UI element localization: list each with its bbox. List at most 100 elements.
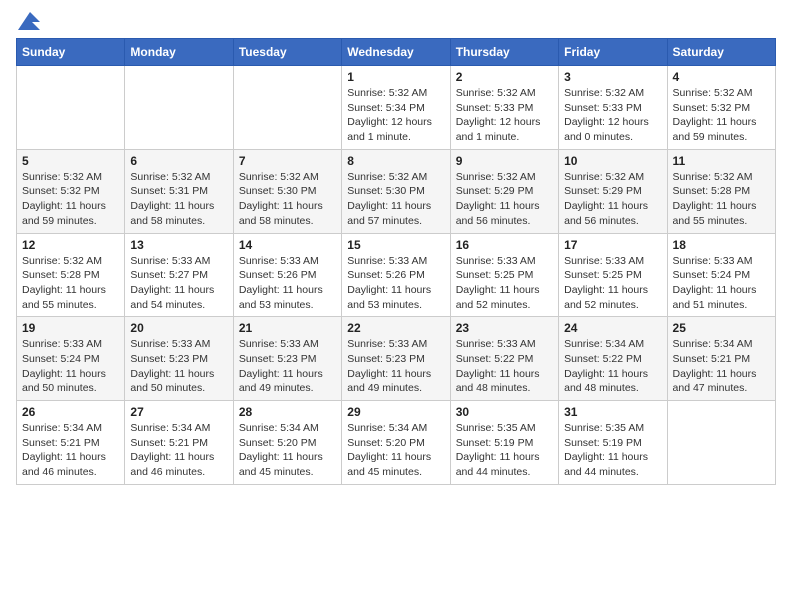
day-number: 31	[564, 405, 661, 419]
calendar-cell: 11 Sunrise: 5:32 AMSunset: 5:28 PMDayligh…	[667, 149, 775, 233]
day-info: Sunrise: 5:32 AMSunset: 5:28 PMDaylight:…	[22, 254, 119, 313]
day-info: Sunrise: 5:33 AMSunset: 5:24 PMDaylight:…	[673, 254, 770, 313]
day-info: Sunrise: 5:32 AMSunset: 5:31 PMDaylight:…	[130, 170, 227, 229]
day-info: Sunrise: 5:35 AMSunset: 5:19 PMDaylight:…	[456, 421, 553, 480]
day-info: Sunrise: 5:34 AMSunset: 5:21 PMDaylight:…	[130, 421, 227, 480]
calendar-header-row: SundayMondayTuesdayWednesdayThursdayFrid…	[17, 39, 776, 66]
day-number: 8	[347, 154, 444, 168]
calendar-cell: 2 Sunrise: 5:32 AMSunset: 5:33 PMDaylight…	[450, 66, 558, 150]
calendar-week-5: 26 Sunrise: 5:34 AMSunset: 5:21 PMDayligh…	[17, 401, 776, 485]
day-number: 17	[564, 238, 661, 252]
calendar-cell: 15Sunrise: 5:33 AMSunset: 5:26 PMDayligh…	[342, 233, 450, 317]
calendar-week-2: 5 Sunrise: 5:32 AMSunset: 5:32 PMDaylight…	[17, 149, 776, 233]
day-number: 22	[347, 321, 444, 335]
calendar-cell: 30 Sunrise: 5:35 AMSunset: 5:19 PMDayligh…	[450, 401, 558, 485]
day-number: 1	[347, 70, 444, 84]
calendar-cell: 25 Sunrise: 5:34 AMSunset: 5:21 PMDayligh…	[667, 317, 775, 401]
calendar-cell: 31 Sunrise: 5:35 AMSunset: 5:19 PMDayligh…	[559, 401, 667, 485]
day-number: 30	[456, 405, 553, 419]
weekday-header-wednesday: Wednesday	[342, 39, 450, 66]
calendar-cell: 10 Sunrise: 5:32 AMSunset: 5:29 PMDayligh…	[559, 149, 667, 233]
calendar-cell: 3 Sunrise: 5:32 AMSunset: 5:33 PMDaylight…	[559, 66, 667, 150]
weekday-header-tuesday: Tuesday	[233, 39, 341, 66]
day-info: Sunrise: 5:32 AMSunset: 5:29 PMDaylight:…	[456, 170, 553, 229]
day-number: 10	[564, 154, 661, 168]
day-number: 20	[130, 321, 227, 335]
calendar-cell: 18 Sunrise: 5:33 AMSunset: 5:24 PMDayligh…	[667, 233, 775, 317]
weekday-header-sunday: Sunday	[17, 39, 125, 66]
calendar-cell: 23Sunrise: 5:33 AMSunset: 5:22 PMDayligh…	[450, 317, 558, 401]
weekday-header-friday: Friday	[559, 39, 667, 66]
day-info: Sunrise: 5:33 AMSunset: 5:22 PMDaylight:…	[456, 337, 553, 396]
calendar-cell	[17, 66, 125, 150]
day-number: 4	[673, 70, 770, 84]
day-info: Sunrise: 5:33 AMSunset: 5:27 PMDaylight:…	[130, 254, 227, 313]
day-info: Sunrise: 5:32 AMSunset: 5:30 PMDaylight:…	[239, 170, 336, 229]
day-number: 6	[130, 154, 227, 168]
day-info: Sunrise: 5:32 AMSunset: 5:33 PMDaylight:…	[456, 86, 553, 145]
calendar-cell: 17 Sunrise: 5:33 AMSunset: 5:25 PMDayligh…	[559, 233, 667, 317]
day-info: Sunrise: 5:33 AMSunset: 5:23 PMDaylight:…	[239, 337, 336, 396]
day-number: 27	[130, 405, 227, 419]
day-info: Sunrise: 5:33 AMSunset: 5:25 PMDaylight:…	[564, 254, 661, 313]
calendar-cell: 27 Sunrise: 5:34 AMSunset: 5:21 PMDayligh…	[125, 401, 233, 485]
calendar-cell	[667, 401, 775, 485]
calendar-cell	[125, 66, 233, 150]
calendar-cell: 9 Sunrise: 5:32 AMSunset: 5:29 PMDaylight…	[450, 149, 558, 233]
day-number: 3	[564, 70, 661, 84]
calendar-week-3: 12Sunrise: 5:32 AMSunset: 5:28 PMDayligh…	[17, 233, 776, 317]
day-number: 24	[564, 321, 661, 335]
calendar-cell: 13 Sunrise: 5:33 AMSunset: 5:27 PMDayligh…	[125, 233, 233, 317]
calendar-cell: 4 Sunrise: 5:32 AMSunset: 5:32 PMDaylight…	[667, 66, 775, 150]
day-number: 26	[22, 405, 119, 419]
calendar-cell: 29Sunrise: 5:34 AMSunset: 5:20 PMDayligh…	[342, 401, 450, 485]
calendar-cell: 16 Sunrise: 5:33 AMSunset: 5:25 PMDayligh…	[450, 233, 558, 317]
calendar-cell: 20 Sunrise: 5:33 AMSunset: 5:23 PMDayligh…	[125, 317, 233, 401]
logo-icon	[18, 12, 40, 30]
calendar-cell: 19 Sunrise: 5:33 AMSunset: 5:24 PMDayligh…	[17, 317, 125, 401]
weekday-header-saturday: Saturday	[667, 39, 775, 66]
weekday-header-thursday: Thursday	[450, 39, 558, 66]
calendar-cell: 22 Sunrise: 5:33 AMSunset: 5:23 PMDayligh…	[342, 317, 450, 401]
calendar-cell: 7Sunrise: 5:32 AMSunset: 5:30 PMDaylight…	[233, 149, 341, 233]
calendar-table: SundayMondayTuesdayWednesdayThursdayFrid…	[16, 38, 776, 485]
calendar-cell: 26Sunrise: 5:34 AMSunset: 5:21 PMDayligh…	[17, 401, 125, 485]
logo	[16, 16, 40, 30]
day-info: Sunrise: 5:33 AMSunset: 5:26 PMDaylight:…	[239, 254, 336, 313]
day-number: 18	[673, 238, 770, 252]
day-number: 5	[22, 154, 119, 168]
day-info: Sunrise: 5:32 AMSunset: 5:34 PMDaylight:…	[347, 86, 444, 145]
day-info: Sunrise: 5:33 AMSunset: 5:25 PMDaylight:…	[456, 254, 553, 313]
day-info: Sunrise: 5:32 AMSunset: 5:29 PMDaylight:…	[564, 170, 661, 229]
day-info: Sunrise: 5:33 AMSunset: 5:23 PMDaylight:…	[130, 337, 227, 396]
calendar-cell: 28Sunrise: 5:34 AMSunset: 5:20 PMDayligh…	[233, 401, 341, 485]
day-number: 9	[456, 154, 553, 168]
day-number: 11	[673, 154, 770, 168]
page-header	[16, 16, 776, 30]
day-info: Sunrise: 5:32 AMSunset: 5:32 PMDaylight:…	[673, 86, 770, 145]
day-info: Sunrise: 5:35 AMSunset: 5:19 PMDaylight:…	[564, 421, 661, 480]
day-info: Sunrise: 5:32 AMSunset: 5:32 PMDaylight:…	[22, 170, 119, 229]
day-info: Sunrise: 5:34 AMSunset: 5:21 PMDaylight:…	[673, 337, 770, 396]
day-info: Sunrise: 5:33 AMSunset: 5:24 PMDaylight:…	[22, 337, 119, 396]
day-number: 13	[130, 238, 227, 252]
day-info: Sunrise: 5:33 AMSunset: 5:23 PMDaylight:…	[347, 337, 444, 396]
day-info: Sunrise: 5:32 AMSunset: 5:33 PMDaylight:…	[564, 86, 661, 145]
calendar-cell: 8 Sunrise: 5:32 AMSunset: 5:30 PMDaylight…	[342, 149, 450, 233]
day-info: Sunrise: 5:34 AMSunset: 5:20 PMDaylight:…	[239, 421, 336, 480]
day-info: Sunrise: 5:32 AMSunset: 5:28 PMDaylight:…	[673, 170, 770, 229]
calendar-cell: 21Sunrise: 5:33 AMSunset: 5:23 PMDayligh…	[233, 317, 341, 401]
day-number: 2	[456, 70, 553, 84]
calendar-cell: 1 Sunrise: 5:32 AMSunset: 5:34 PMDaylight…	[342, 66, 450, 150]
calendar-week-4: 19 Sunrise: 5:33 AMSunset: 5:24 PMDayligh…	[17, 317, 776, 401]
day-info: Sunrise: 5:32 AMSunset: 5:30 PMDaylight:…	[347, 170, 444, 229]
day-info: Sunrise: 5:34 AMSunset: 5:22 PMDaylight:…	[564, 337, 661, 396]
day-number: 19	[22, 321, 119, 335]
calendar-cell: 6 Sunrise: 5:32 AMSunset: 5:31 PMDaylight…	[125, 149, 233, 233]
day-number: 15	[347, 238, 444, 252]
day-number: 25	[673, 321, 770, 335]
day-number: 16	[456, 238, 553, 252]
calendar-cell: 14Sunrise: 5:33 AMSunset: 5:26 PMDayligh…	[233, 233, 341, 317]
calendar-cell: 24 Sunrise: 5:34 AMSunset: 5:22 PMDayligh…	[559, 317, 667, 401]
calendar-cell: 12Sunrise: 5:32 AMSunset: 5:28 PMDayligh…	[17, 233, 125, 317]
